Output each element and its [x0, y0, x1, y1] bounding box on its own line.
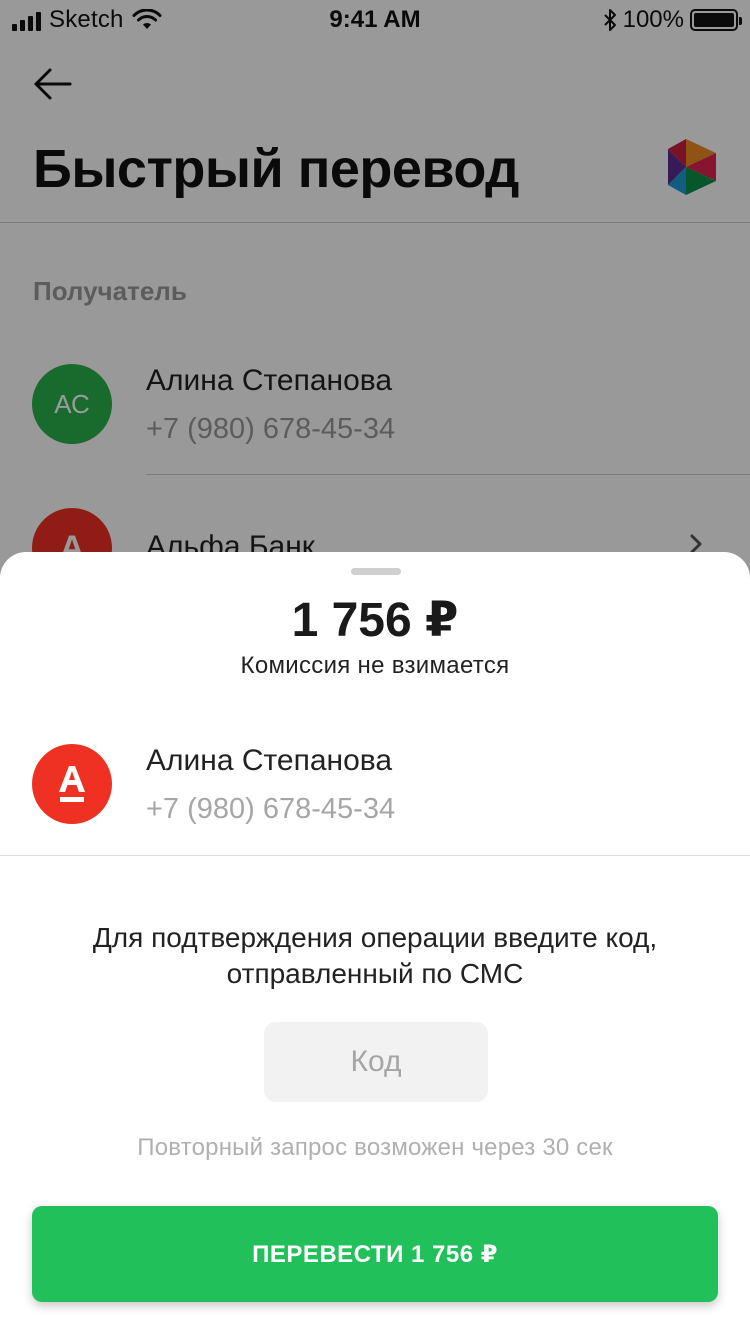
sheet-grabber[interactable] [351, 568, 401, 575]
sheet-recipient-name: Алина Степанова [146, 744, 393, 777]
transfer-submit-button[interactable]: ПЕРЕВЕСТИ 1 756 ₽ [32, 1206, 718, 1302]
confirmation-sheet: 1 756 ₽ Комиссия не взимается Алина Степ… [0, 552, 750, 1334]
sheet-divider [0, 855, 750, 856]
sms-instruction: Для подтверждения операции введите код, … [92, 922, 658, 989]
resend-timer-text: Повторный запрос возможен через 30 сек [137, 1134, 613, 1161]
alfa-bank-logo-icon [32, 744, 112, 824]
sms-code-input[interactable] [264, 1022, 488, 1102]
transfer-amount: 1 756 ₽ [291, 594, 459, 647]
commission-text: Комиссия не взимается [240, 652, 510, 679]
sheet-recipient-phone: +7 (980) 678-45-34 [146, 793, 396, 825]
